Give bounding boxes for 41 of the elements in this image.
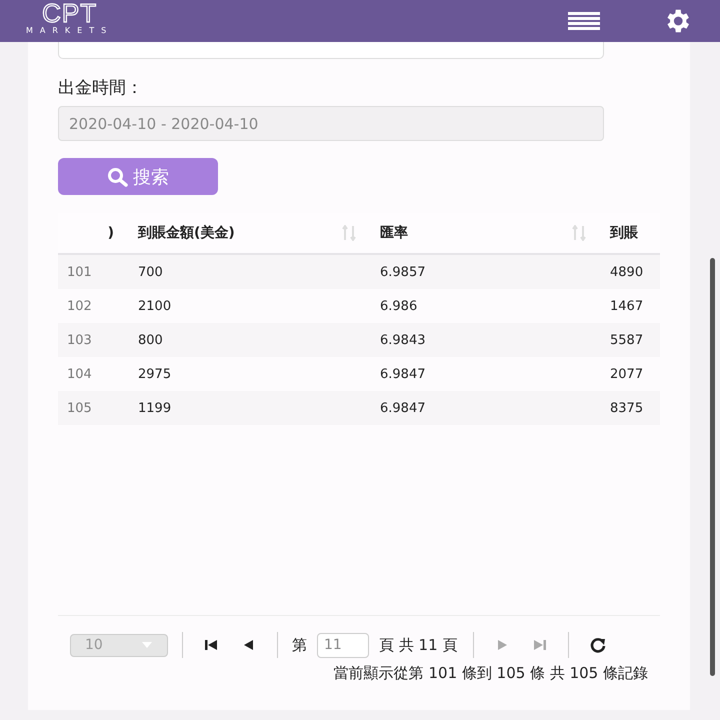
record-summary: 當前顯示從第 101 條到 105 條 共 105 條記錄	[334, 664, 648, 683]
search-icon	[107, 166, 129, 186]
caret-icon	[141, 641, 153, 649]
table-cell: 6.986	[380, 298, 418, 314]
refresh-icon	[589, 636, 607, 654]
row-number: 103	[67, 332, 92, 348]
logo-text: CPT	[42, 0, 98, 26]
sort-icon[interactable]	[342, 225, 356, 241]
table-cell: 8375	[610, 400, 644, 416]
row-number: 104	[67, 366, 92, 382]
row-number: 105	[67, 400, 92, 416]
skip-icon	[532, 638, 548, 652]
page-label: 第	[292, 636, 307, 654]
table-cell: 2100	[138, 298, 172, 314]
scrollbar[interactable]	[710, 258, 715, 676]
table-cell: 6.9847	[380, 400, 426, 416]
table-cell: 1467	[610, 298, 644, 314]
row-number: 102	[67, 298, 92, 314]
table-cell: 2077	[610, 366, 644, 382]
column-header[interactable]: 到賬	[610, 224, 638, 242]
column-header[interactable]: )	[108, 225, 114, 241]
field-label: 出金時間：	[58, 77, 144, 99]
table-cell: 6.9843	[380, 332, 426, 348]
input-field[interactable]	[58, 42, 604, 59]
table-cell: 2975	[138, 366, 172, 382]
table-cell: 1199	[138, 400, 172, 416]
table-cell: 4890	[610, 264, 644, 280]
table-cell: 800	[138, 332, 163, 348]
row-number: 101	[67, 264, 92, 280]
page-number-field[interactable]: 11	[317, 632, 369, 658]
menu-icon[interactable]	[568, 11, 600, 31]
column-header[interactable]: 匯率	[380, 224, 408, 242]
sort-icon[interactable]	[572, 225, 586, 241]
table-cell: 6.9857	[380, 264, 426, 280]
page-count-label: 頁 共 11 頁	[379, 636, 458, 654]
table-cell: 6.9847	[380, 366, 426, 382]
table-cell: 5587	[610, 332, 644, 348]
column-header[interactable]: 到賬金額(美金)	[138, 224, 235, 242]
logo-subtitle: MARKETS	[26, 26, 114, 34]
skip-icon	[203, 638, 219, 652]
table-cell: 700	[138, 264, 163, 280]
